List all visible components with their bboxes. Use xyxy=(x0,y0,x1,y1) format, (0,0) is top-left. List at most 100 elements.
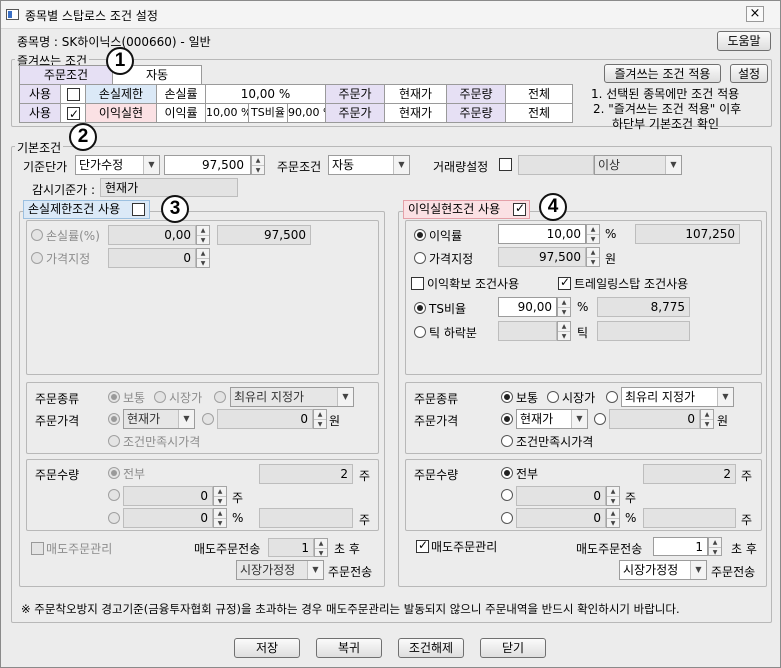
profit-price-type-select[interactable]: 현재가 ▼ xyxy=(516,409,588,429)
spin-up-icon[interactable]: ▲ xyxy=(587,225,599,234)
loss-qty-count-radio[interactable] xyxy=(108,489,120,501)
close-icon[interactable]: × xyxy=(746,6,764,22)
spin-up-icon[interactable]: ▲ xyxy=(607,487,619,496)
apply-favorites-button[interactable]: 즐겨쓰는 조건 적용 xyxy=(604,64,721,83)
profit-qty-count-radio[interactable] xyxy=(501,489,513,501)
spin-down-icon[interactable]: ▼ xyxy=(214,496,226,505)
spin-down-icon[interactable]: ▼ xyxy=(607,518,619,527)
loss-market-radio[interactable] xyxy=(154,391,166,403)
profit-qty-pct-input[interactable]: 0 xyxy=(516,508,606,528)
loss-offset-spinner[interactable]: ▲ ▼ xyxy=(313,409,327,429)
spin-up-icon[interactable]: ▲ xyxy=(701,410,713,419)
order-cond-select[interactable]: 자동 ▼ xyxy=(328,155,410,175)
volume-input[interactable] xyxy=(518,155,594,175)
spin-up-icon[interactable]: ▲ xyxy=(214,487,226,496)
base-price-type-select[interactable]: 단가수정 ▼ xyxy=(75,155,160,175)
spin-down-icon[interactable]: ▼ xyxy=(701,419,713,428)
loss-current-price-radio[interactable] xyxy=(108,413,120,425)
fav-loss-checkbox[interactable] xyxy=(67,88,80,101)
spin-up-icon[interactable]: ▲ xyxy=(214,509,226,518)
save-button[interactable]: 저장 xyxy=(234,638,300,658)
profit-price-input[interactable]: 97,500 xyxy=(498,247,586,267)
profit-qty-pct-radio[interactable] xyxy=(501,512,513,524)
spin-up-icon[interactable]: ▲ xyxy=(314,410,326,419)
profit-ts-spinner[interactable]: ▲ ▼ xyxy=(557,297,571,317)
spin-down-icon[interactable]: ▼ xyxy=(709,546,721,556)
profit-tick-input[interactable] xyxy=(498,321,557,341)
spin-down-icon[interactable]: ▼ xyxy=(558,331,570,340)
loss-sell-mgmt-checkbox[interactable] xyxy=(31,542,44,555)
loss-qty-count-input[interactable]: 0 xyxy=(123,486,213,506)
spin-up-icon[interactable]: ▲ xyxy=(587,248,599,257)
spin-down-icon[interactable]: ▼ xyxy=(197,235,209,244)
profit-resend-input[interactable]: 1 xyxy=(653,537,708,556)
profit-cond-price-radio[interactable] xyxy=(501,435,513,447)
profit-offset-radio[interactable] xyxy=(594,413,606,425)
profit-normal-radio[interactable] xyxy=(501,391,513,403)
loss-limit-type-select[interactable]: 최유리 지정가 ▼ xyxy=(230,387,354,407)
favorites-settings-button[interactable]: 설정 xyxy=(730,64,768,83)
loss-resend-spinner[interactable]: ▲ ▼ xyxy=(314,538,328,557)
spin-up-icon[interactable]: ▲ xyxy=(709,538,721,547)
profit-rate-spinner[interactable]: ▲ ▼ xyxy=(586,224,600,244)
profit-sell-mgmt-checkbox[interactable] xyxy=(416,538,429,553)
profit-tick-spinner[interactable]: ▲ ▼ xyxy=(557,321,571,341)
loss-rate-radio[interactable] xyxy=(31,229,43,241)
spin-down-icon[interactable]: ▼ xyxy=(197,258,209,267)
release-condition-button[interactable]: 조건해제 xyxy=(398,638,464,658)
profit-ts-radio[interactable] xyxy=(414,302,426,314)
spin-down-icon[interactable]: ▼ xyxy=(252,165,264,174)
profit-qty-count-input[interactable]: 0 xyxy=(516,486,606,506)
spin-up-icon[interactable]: ▲ xyxy=(252,156,264,165)
spin-up-icon[interactable]: ▲ xyxy=(607,509,619,518)
profit-ts-input[interactable]: 90,00 xyxy=(498,297,557,317)
profit-trailing-checkbox[interactable] xyxy=(558,275,571,290)
loss-price-radio[interactable] xyxy=(31,252,43,264)
loss-price-spinner[interactable]: ▲ ▼ xyxy=(196,248,210,268)
loss-normal-radio[interactable] xyxy=(108,391,120,403)
loss-use-checkbox[interactable] xyxy=(132,203,145,216)
loss-rate-spinner[interactable]: ▲ ▼ xyxy=(196,225,210,245)
loss-qty-count-spinner[interactable]: ▲ ▼ xyxy=(213,486,227,506)
loss-price-type-select[interactable]: 현재가 ▼ xyxy=(123,409,195,429)
loss-cond-price-radio[interactable] xyxy=(108,435,120,447)
volume-setting-checkbox[interactable] xyxy=(499,158,512,171)
restore-button[interactable]: 복귀 xyxy=(316,638,382,658)
spin-down-icon[interactable]: ▼ xyxy=(314,419,326,428)
base-price-spinner[interactable]: ▲ ▼ xyxy=(251,155,265,175)
profit-current-price-radio[interactable] xyxy=(501,413,513,425)
loss-rate-input[interactable]: 0,00 xyxy=(108,225,196,245)
loss-offset-radio[interactable] xyxy=(202,413,214,425)
profit-qty-all-radio[interactable] xyxy=(501,467,513,479)
profit-offset-spinner[interactable]: ▲ ▼ xyxy=(700,409,714,429)
base-price-input[interactable]: 97,500 xyxy=(164,155,251,175)
profit-limit-type-select[interactable]: 최유리 지정가 ▼ xyxy=(621,387,734,407)
loss-price-offset-input[interactable]: 0 xyxy=(217,409,313,429)
profit-rate-radio[interactable] xyxy=(414,229,426,241)
profit-price-offset-input[interactable]: 0 xyxy=(609,409,700,429)
spin-up-icon[interactable]: ▲ xyxy=(197,226,209,235)
spin-up-icon[interactable]: ▲ xyxy=(315,539,327,548)
loss-qty-pct-radio[interactable] xyxy=(108,512,120,524)
profit-resend-type-select[interactable]: 시장가정정 ▼ xyxy=(619,560,707,580)
loss-limit-radio[interactable] xyxy=(214,391,226,403)
close-button[interactable]: 닫기 xyxy=(480,638,546,658)
spin-down-icon[interactable]: ▼ xyxy=(587,234,599,243)
profit-price-spinner[interactable]: ▲ ▼ xyxy=(586,247,600,267)
help-button[interactable]: 도움말 xyxy=(717,31,771,51)
profit-resend-spinner[interactable]: ▲ ▼ xyxy=(708,537,722,556)
loss-price-input[interactable]: 0 xyxy=(108,248,196,268)
spin-down-icon[interactable]: ▼ xyxy=(315,547,327,557)
loss-resend-type-select[interactable]: 시장가정정 ▼ xyxy=(236,560,324,580)
profit-use-checkbox[interactable] xyxy=(513,201,526,216)
spin-down-icon[interactable]: ▼ xyxy=(607,496,619,505)
profit-limit-radio[interactable] xyxy=(606,391,618,403)
spin-up-icon[interactable]: ▲ xyxy=(558,322,570,331)
profit-price-radio[interactable] xyxy=(414,252,426,264)
profit-qty-pct-spinner[interactable]: ▲ ▼ xyxy=(606,508,620,528)
loss-qty-pct-input[interactable]: 0 xyxy=(123,508,213,528)
loss-qty-pct-spinner[interactable]: ▲ ▼ xyxy=(213,508,227,528)
spin-up-icon[interactable]: ▲ xyxy=(197,249,209,258)
profit-secure-checkbox[interactable] xyxy=(411,277,424,290)
spin-up-icon[interactable]: ▲ xyxy=(558,298,570,307)
